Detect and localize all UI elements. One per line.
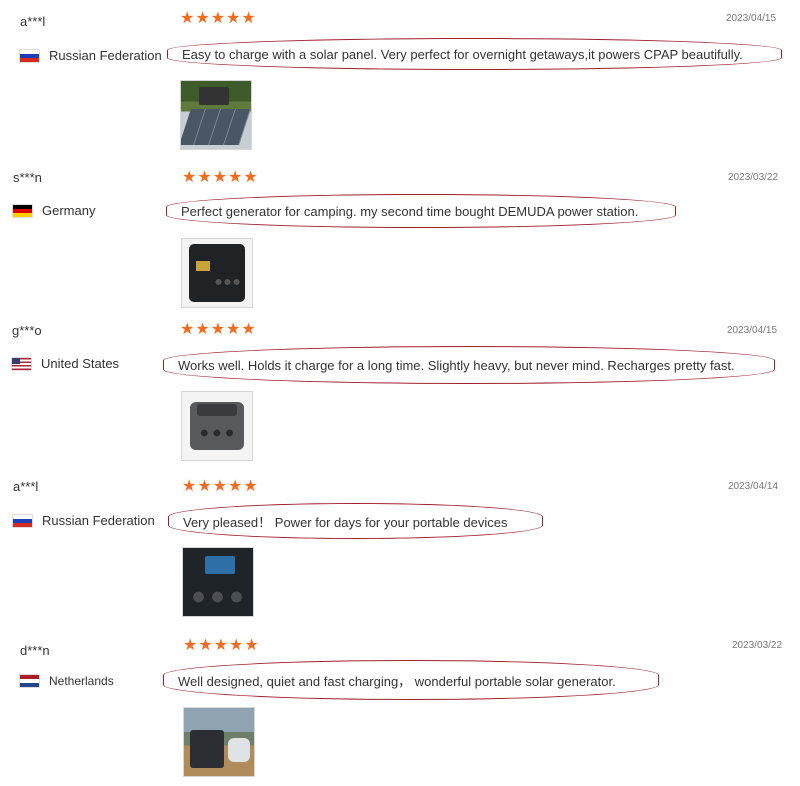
star-icon: ★ [197, 169, 212, 186]
review-date: 2023/03/22 [728, 172, 779, 183]
netherlands-flag-icon [20, 675, 39, 687]
country-label: Germany [42, 203, 96, 218]
reviewer-name: g***o [12, 323, 42, 338]
country-label: Russian Federation [49, 48, 162, 63]
reviewer-country: Netherlands [20, 674, 114, 688]
star-icon: ★ [182, 478, 197, 495]
country-label: Russian Federation [42, 513, 155, 528]
star-rating: ★ ★ ★ ★ ★ [180, 322, 256, 338]
star-icon: ★ [229, 637, 244, 654]
country-label: United States [41, 356, 120, 371]
reviewer-name: s***n [13, 170, 42, 185]
star-icon: ★ [195, 10, 210, 27]
star-icon: ★ [180, 10, 195, 27]
review-photo[interactable] [181, 391, 253, 461]
star-icon: ★ [212, 478, 228, 495]
star-icon: ★ [195, 321, 210, 338]
star-rating: ★ ★ ★ ★ ★ [182, 479, 258, 495]
review-photo[interactable] [181, 238, 253, 308]
star-icon: ★ [244, 637, 259, 654]
usa-flag-icon [12, 357, 31, 370]
star-rating: ★ ★ ★ ★ ★ [180, 11, 256, 27]
star-icon: ★ [226, 321, 241, 338]
star-icon: ★ [210, 321, 226, 338]
star-icon: ★ [228, 478, 243, 495]
star-icon: ★ [241, 10, 256, 27]
review-date: 2023/04/15 [727, 325, 778, 336]
review-photo[interactable] [180, 80, 252, 150]
star-rating: ★ ★ ★ ★ ★ [182, 170, 258, 186]
star-icon: ★ [183, 637, 198, 654]
star-icon: ★ [228, 169, 243, 186]
reviewer-country: Russian Federation [13, 513, 155, 528]
star-icon: ★ [212, 169, 228, 186]
star-icon: ★ [243, 169, 258, 186]
reviewer-name: a***l [20, 14, 46, 29]
star-rating: ★ ★ ★ ★ ★ [183, 638, 259, 654]
review-date: 2023/04/15 [726, 13, 777, 24]
reviewer-country: United States [12, 356, 119, 371]
star-icon: ★ [243, 478, 258, 495]
review-comment: Easy to charge with a solar panel. Very … [167, 38, 782, 70]
germany-flag-icon [13, 204, 32, 217]
star-icon: ★ [210, 10, 226, 27]
star-icon: ★ [213, 637, 229, 654]
review-comment: Well designed, quiet and fast charging， … [163, 660, 659, 700]
star-icon: ★ [241, 321, 256, 338]
review-photo[interactable] [182, 547, 254, 617]
review-comment: Works well. Holds it charge for a long t… [163, 346, 775, 384]
star-icon: ★ [182, 169, 197, 186]
star-icon: ★ [198, 637, 213, 654]
review-comment: Very pleased！ Power for days for your po… [168, 503, 543, 539]
star-icon: ★ [180, 321, 195, 338]
star-icon: ★ [197, 478, 212, 495]
reviewer-country: Germany [13, 203, 95, 218]
review-photo[interactable] [183, 707, 255, 777]
reviewer-name: d***n [20, 643, 50, 658]
reviewer-name: a***l [13, 479, 39, 494]
star-icon: ★ [226, 10, 241, 27]
review-date: 2023/04/14 [728, 481, 779, 492]
review-date: 2023/03/22 [732, 640, 783, 651]
review-comment: Perfect generator for camping. my second… [166, 194, 676, 228]
russia-flag-icon [13, 514, 32, 527]
reviewer-country: Russian Federation [20, 48, 162, 63]
country-label: Netherlands [49, 674, 114, 688]
russia-flag-icon [20, 49, 39, 62]
